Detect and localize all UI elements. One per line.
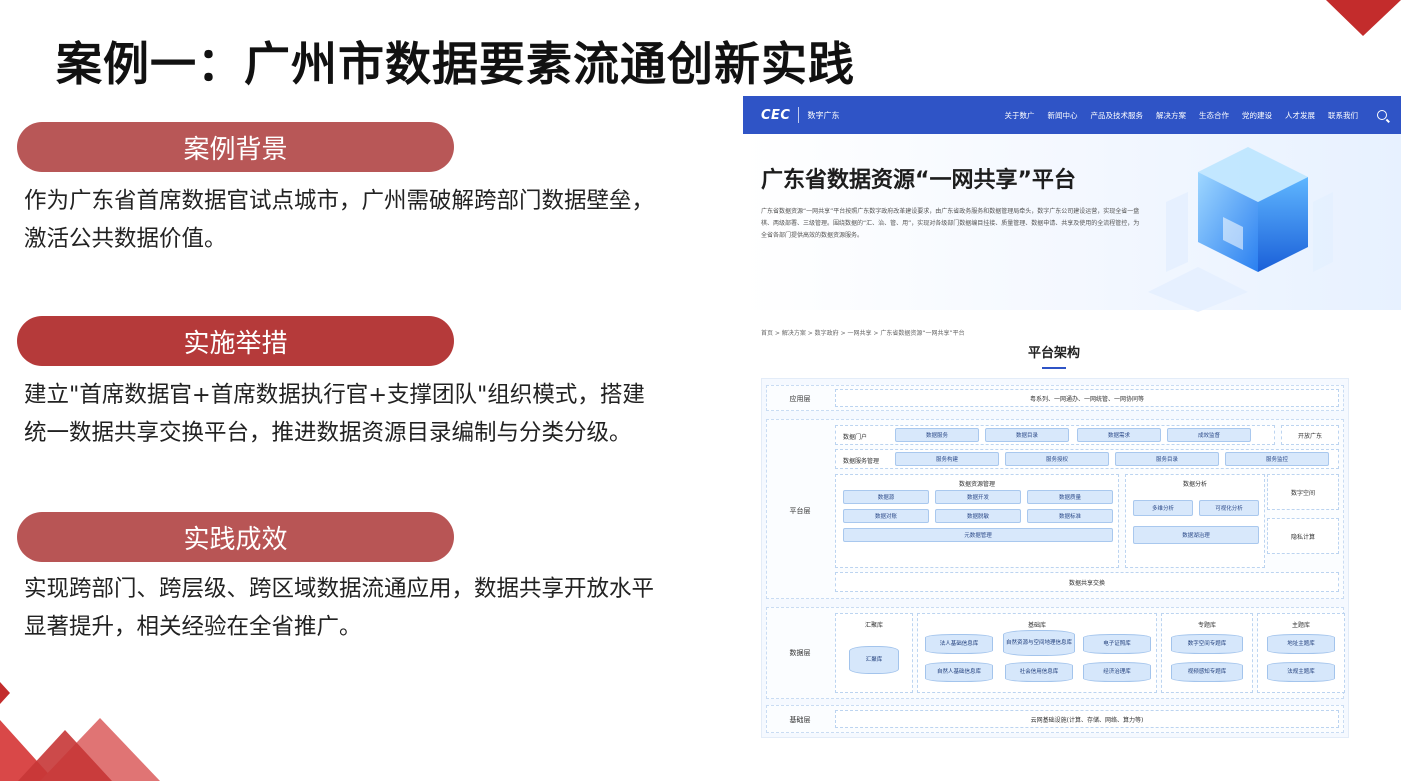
section-label-measures: 实施举措 — [17, 316, 454, 366]
infrastructure-content: 云网基础设施(计算、存储、网络、算力等) — [835, 710, 1339, 728]
nav-item[interactable]: 产品及技术服务 — [1091, 110, 1144, 121]
brand-sub-logo: 数字广东 — [807, 110, 840, 120]
nav-item[interactable]: 人才发展 — [1285, 110, 1315, 121]
section-text-background: 作为广东省首席数据官试点城市，广州需破解跨部门数据壁垒，激活公共数据价值。 — [24, 188, 655, 252]
portal-item: 成效监督 — [1167, 428, 1251, 442]
portal-item: 数据需求 — [1077, 428, 1161, 442]
digital-space-box: 数字空间 — [1267, 474, 1339, 510]
resource-item: 数据源 — [843, 490, 929, 504]
section-label-background: 案例背景 — [17, 122, 454, 172]
breadcrumb[interactable]: 首页 > 解决方案 > 数字政府 > 一网共享 > 广东省数据资源“一网共享”平… — [761, 328, 965, 337]
app-layer: 应用层 粤系列、一网通办、一网统管、一网协同等 — [766, 385, 1344, 411]
hero-banner: 广东省数据资源“一网共享”平台 广东省数据资源“一网共享”平台按照广东数字政府改… — [743, 134, 1401, 337]
site-navbar: CEC 数字广东 关于数广 新闻中心 产品及技术服务 解决方案 生态合作 党的建… — [743, 96, 1401, 134]
nav-item[interactable]: 关于数广 — [1005, 110, 1035, 121]
open-guangdong-box: 开放广东 — [1281, 425, 1339, 445]
architecture-title: 平台架构 — [743, 342, 1365, 369]
subject-db: 法规主题库 — [1267, 662, 1335, 682]
section-text-measures: 建立"首席数据官+首席数据执行官+支撑团队"组织模式，搭建统一数据共享交换平台，… — [24, 382, 645, 446]
nav-item[interactable]: 党的建设 — [1242, 110, 1272, 121]
nav-menu: 关于数广 新闻中心 产品及技术服务 解决方案 生态合作 党的建设 人才发展 联系… — [1005, 110, 1387, 121]
analysis-item: 多维分析 — [1133, 500, 1193, 516]
app-layer-content: 粤系列、一网通办、一网统管、一网协同等 — [835, 389, 1339, 407]
resource-item: 数据开发 — [935, 490, 1021, 504]
nav-item[interactable]: 新闻中心 — [1048, 110, 1078, 121]
platform-screenshot: CEC 数字广东 关于数广 新闻中心 产品及技术服务 解决方案 生态合作 党的建… — [743, 96, 1401, 740]
subject-db: 地址主题库 — [1267, 634, 1335, 654]
base-db: 法人基础信息库 — [925, 634, 993, 654]
base-db: 经济治理库 — [1083, 662, 1151, 682]
layer-name: 平台层 — [789, 507, 811, 515]
infrastructure-layer: 基础层 云网基础设施(计算、存储、网络、算力等) — [766, 705, 1344, 733]
corner-decoration-top-right — [1326, 0, 1401, 36]
service-item: 服务构建 — [895, 452, 999, 466]
base-db: 电子证照库 — [1083, 634, 1151, 654]
data-analysis-box: 数据分析 — [1125, 474, 1265, 568]
service-item: 服务授权 — [1005, 452, 1109, 466]
corner-decoration-bottom-left — [0, 660, 170, 781]
layer-name: 数据层 — [789, 649, 811, 657]
service-label: 数据服务管理 — [843, 458, 880, 465]
base-db: 自然资源与空间地理信息库 — [1003, 630, 1075, 656]
architecture-diagram: 应用层 粤系列、一网通办、一网统管、一网协同等 平台层 数据门户 数据服务 数据… — [761, 378, 1349, 738]
resource-item: 数据标准 — [1027, 509, 1113, 523]
privacy-computing-box: 隐私计算 — [1267, 518, 1339, 554]
cube-illustration — [1148, 147, 1333, 312]
portal-label: 数据门户 — [843, 434, 868, 441]
portal-item: 数据服务 — [895, 428, 979, 442]
base-db: 社会信用信息库 — [1005, 662, 1073, 682]
logo-divider — [798, 107, 800, 123]
data-layer: 数据层 汇聚库 汇聚库 基础库 法人基础信息库 自然资源与空间地理信息库 电子证… — [766, 607, 1345, 699]
base-db: 自然人基础信息库 — [925, 662, 993, 682]
service-item: 服务目录 — [1115, 452, 1219, 466]
nav-item[interactable]: 生态合作 — [1199, 110, 1229, 121]
hero-title: 广东省数据资源“一网共享”平台 — [761, 168, 1076, 193]
layer-name: 应用层 — [789, 395, 811, 403]
hero-description: 广东省数据资源“一网共享”平台按照广东数字政府改革建设要求，由广东省政务服务和数… — [761, 208, 1140, 239]
topic-db: 视频感知专题库 — [1171, 662, 1243, 682]
metadata-management: 元数据管理 — [843, 528, 1113, 542]
data-exchange-box: 数据共享交换 — [835, 572, 1339, 592]
section-label-results: 实践成效 — [17, 512, 454, 562]
topic-db: 数字空间专题库 — [1171, 634, 1243, 654]
service-item: 服务监控 — [1225, 452, 1329, 466]
lake-governance: 数据湖治理 — [1133, 526, 1259, 544]
resource-item: 数据质量 — [1027, 490, 1113, 504]
section-text-results: 实现跨部门、跨层级、跨区域数据流通应用，数据共享开放水平显著提升，相关经验在全省… — [24, 576, 655, 640]
brand-logo: CEC — [761, 107, 791, 123]
aggregation-db: 汇聚库 — [849, 646, 899, 674]
platform-layer: 平台层 数据门户 数据服务 数据目录 数据需求 成效监督 开放广东 数据服务管理… — [766, 419, 1344, 599]
resource-item: 数据脱敏 — [935, 509, 1021, 523]
nav-item[interactable]: 解决方案 — [1156, 110, 1186, 121]
portal-item: 数据目录 — [985, 428, 1069, 442]
nav-item[interactable]: 联系我们 — [1328, 110, 1358, 121]
resource-item: 数据对账 — [843, 509, 929, 523]
page-title: 案例一：广州市数据要素流通创新实践 — [56, 37, 855, 91]
analysis-item: 可视化分析 — [1199, 500, 1259, 516]
search-icon[interactable] — [1377, 110, 1387, 120]
layer-name: 基础层 — [789, 716, 811, 724]
